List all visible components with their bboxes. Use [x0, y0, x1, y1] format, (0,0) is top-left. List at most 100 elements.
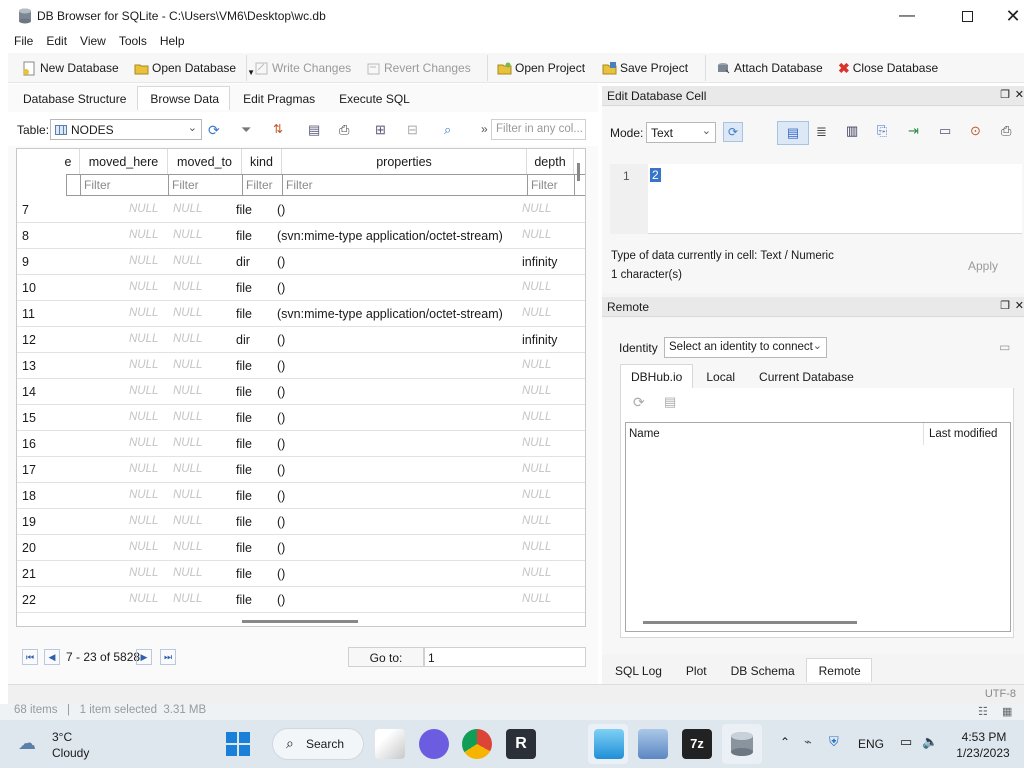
row-number[interactable]: 19 [22, 515, 36, 529]
depth-cell[interactable]: NULL [522, 437, 551, 449]
windows-start-icon[interactable] [226, 732, 250, 756]
depth-cell[interactable]: NULL [522, 593, 551, 605]
first-page-icon[interactable]: ⏮ [22, 649, 38, 665]
kind-cell[interactable]: file [236, 541, 252, 555]
set-as-null-icon[interactable]: ⇥ [908, 123, 919, 139]
network-off-icon[interactable]: ⌁ [804, 734, 812, 750]
column-header-properties[interactable]: properties [282, 149, 527, 174]
sort-icon[interactable]: ⇅ [273, 122, 283, 136]
depth-cell[interactable]: NULL [522, 411, 551, 423]
depth-cell[interactable]: NULL [522, 229, 551, 241]
moved-to-cell[interactable]: NULL [173, 541, 202, 553]
kind-cell[interactable]: dir [236, 255, 250, 269]
filter-any-column-input[interactable]: Filter in any col... [491, 119, 586, 140]
properties-cell[interactable]: () [277, 437, 285, 451]
last-modified-column-header[interactable]: Last modified [929, 428, 997, 440]
close-window-button[interactable]: ✕ [990, 0, 1024, 32]
properties-cell[interactable]: () [277, 385, 285, 399]
moved-here-cell[interactable]: NULL [129, 307, 158, 319]
vertical-scrollbar-thumb[interactable] [577, 163, 580, 181]
kind-cell[interactable]: file [236, 437, 252, 451]
kind-cell[interactable]: file [236, 203, 252, 217]
kind-cell[interactable]: file [236, 489, 252, 503]
depth-cell[interactable]: infinity [522, 333, 557, 347]
tab-dbhub[interactable]: DBHub.io [620, 364, 694, 388]
properties-cell[interactable]: () [277, 281, 285, 295]
properties-cell[interactable]: (svn:mime-type application/octet-stream) [277, 307, 503, 321]
row-number[interactable]: 17 [22, 463, 36, 477]
maximize-button[interactable] [944, 0, 990, 32]
column-header-next[interactable] [574, 149, 585, 174]
properties-cell[interactable]: () [277, 411, 285, 425]
tab-edit-pragmas[interactable]: Edit Pragmas [230, 86, 326, 110]
moved-here-cell[interactable]: NULL [129, 411, 158, 423]
column-header-kind[interactable]: kind [242, 149, 282, 174]
kind-cell[interactable]: file [236, 593, 252, 607]
row-number[interactable]: 21 [22, 567, 36, 581]
moved-here-cell[interactable]: NULL [129, 463, 158, 475]
filter-input-moved-to[interactable]: Filter [168, 174, 243, 196]
clock-date[interactable]: 1/23/2023 [948, 746, 1018, 760]
clone-icon[interactable]: ▤ [664, 394, 676, 410]
file-manager-icon[interactable] [638, 729, 668, 759]
moved-to-cell[interactable]: NULL [173, 203, 202, 215]
last-page-icon[interactable]: ⏭ [160, 649, 176, 665]
row-number[interactable]: 14 [22, 385, 36, 399]
table-select[interactable]: NODES ⌄ [50, 119, 202, 140]
properties-cell[interactable]: (svn:mime-type application/octet-stream) [277, 229, 503, 243]
moved-here-cell[interactable]: NULL [129, 229, 158, 241]
remote-desktop-icon[interactable] [594, 729, 624, 759]
db-browser-taskbar-icon[interactable] [727, 729, 757, 759]
clear-filters-icon[interactable]: ⏷ [241, 122, 251, 138]
moved-to-cell[interactable]: NULL [173, 437, 202, 449]
moved-here-cell[interactable]: NULL [129, 541, 158, 553]
tab-db-schema[interactable]: DB Schema [718, 658, 806, 682]
dock-float-icon[interactable]: ❐ [1000, 299, 1010, 312]
identity-settings-icon[interactable]: ▭ [999, 340, 1010, 354]
row-number[interactable]: 11 [22, 307, 35, 321]
tray-chevron-icon[interactable]: ⌃ [780, 735, 790, 749]
moved-here-cell[interactable]: NULL [129, 567, 158, 579]
language-indicator[interactable]: ENG [858, 737, 884, 751]
menu-help[interactable]: Help [154, 32, 192, 48]
tab-browse-data[interactable]: Browse Data [137, 86, 231, 110]
horizontal-scrollbar-thumb[interactable] [242, 620, 358, 623]
row-number[interactable]: 18 [22, 489, 36, 503]
kind-cell[interactable]: file [236, 229, 252, 243]
properties-cell[interactable]: () [277, 489, 285, 503]
kind-cell[interactable]: file [236, 385, 252, 399]
moved-to-cell[interactable]: NULL [173, 281, 202, 293]
row-number[interactable]: 16 [22, 437, 36, 451]
moved-here-cell[interactable]: NULL [129, 281, 158, 293]
moved-to-cell[interactable]: NULL [173, 255, 202, 267]
kind-cell[interactable]: file [236, 359, 252, 373]
next-page-icon[interactable]: ▶ [136, 649, 152, 665]
new-database-button[interactable]: New Database [22, 57, 119, 79]
kind-cell[interactable]: file [236, 281, 252, 295]
filter-input-kind[interactable]: Filter [242, 174, 283, 196]
export-icon[interactable]: ⎘ [877, 123, 887, 139]
depth-cell[interactable]: NULL [522, 385, 551, 397]
auto-switch-mode-icon[interactable]: ⟳ [723, 122, 743, 142]
filter-input-next[interactable] [574, 174, 585, 196]
filter-input-properties[interactable]: Filter [282, 174, 528, 196]
depth-cell[interactable]: NULL [522, 541, 551, 553]
r-app-icon[interactable]: R [506, 729, 536, 759]
more-tools-chevron[interactable]: » [481, 122, 488, 136]
row-number[interactable]: 13 [22, 359, 36, 373]
menu-view[interactable]: View [74, 32, 113, 48]
moved-to-cell[interactable]: NULL [173, 567, 202, 579]
7zip-icon[interactable]: 7z [682, 729, 712, 759]
cloud-weather-icon[interactable]: ☁ [18, 733, 36, 754]
tab-remote[interactable]: Remote [805, 658, 872, 682]
moved-here-cell[interactable]: NULL [129, 437, 158, 449]
moved-here-cell[interactable]: NULL [129, 333, 158, 345]
kind-cell[interactable]: file [236, 463, 252, 477]
moved-to-cell[interactable]: NULL [173, 515, 202, 527]
row-number[interactable]: 22 [22, 593, 36, 607]
column-header-moved-here[interactable]: moved_here [80, 149, 168, 174]
revert-changes-button[interactable]: Revert Changes [366, 57, 471, 79]
moved-to-cell[interactable]: NULL [173, 411, 202, 423]
cell-value[interactable]: 2 [650, 168, 661, 182]
moved-here-cell[interactable]: NULL [129, 359, 158, 371]
